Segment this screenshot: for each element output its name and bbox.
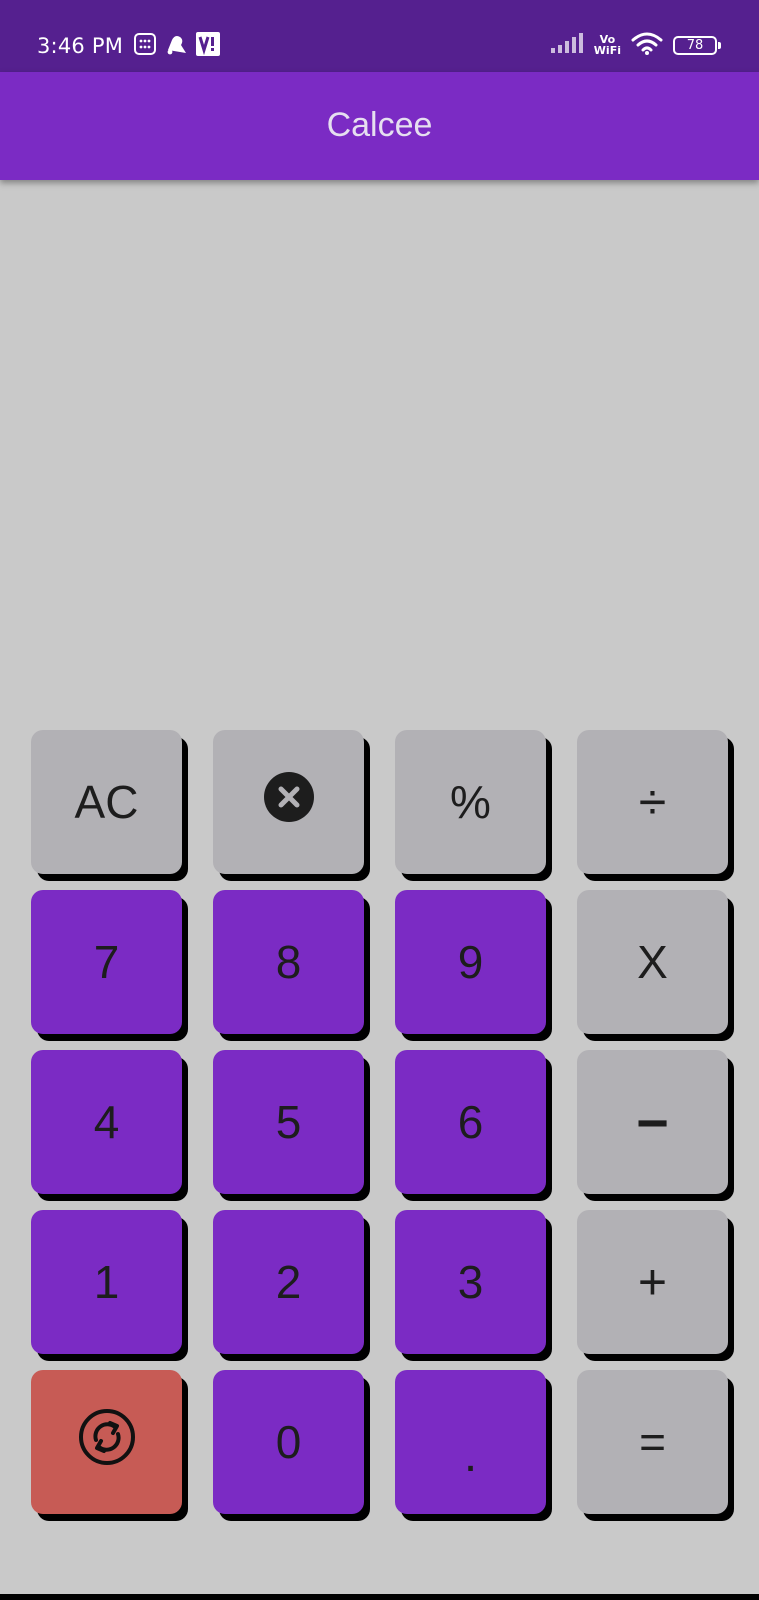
percent-button[interactable]: % (395, 730, 546, 874)
subtract-button[interactable]: − (577, 1050, 728, 1194)
calculator-grid-icon (134, 33, 156, 59)
wifi-icon (631, 31, 663, 59)
status-bar: 3:46 PM Vo WiFi 78 (0, 0, 759, 72)
digit-6-button[interactable]: 6 (395, 1050, 546, 1194)
status-icons-left (134, 32, 220, 60)
add-button[interactable]: + (577, 1210, 728, 1354)
multiply-label: X (637, 936, 668, 988)
digit-0-label: 0 (275, 1416, 302, 1468)
equals-label: = (639, 1416, 666, 1468)
notification-bell-icon (164, 32, 188, 60)
divide-button[interactable]: ÷ (577, 730, 728, 874)
digit-5-button[interactable]: 5 (213, 1050, 364, 1194)
vi-carrier-icon (196, 32, 220, 60)
decimal-label: . (463, 1428, 478, 1482)
digit-7-button[interactable]: 7 (31, 890, 182, 1034)
digit-8-button[interactable]: 8 (213, 890, 364, 1034)
backspace-button[interactable] (213, 730, 364, 874)
battery-icon: 78 (673, 35, 721, 55)
backspace-x-icon (263, 771, 315, 834)
bottom-edge (0, 1594, 759, 1600)
status-icons-right: Vo WiFi 78 (550, 30, 721, 60)
digit-4-button[interactable]: 4 (31, 1050, 182, 1194)
clear-all-button[interactable]: AC (31, 730, 182, 874)
vowifi-label: Vo WiFi (594, 34, 621, 56)
digit-3-button[interactable]: 3 (395, 1210, 546, 1354)
refresh-cycle-icon (77, 1407, 137, 1478)
digit-9-label: 9 (457, 936, 484, 988)
multiply-button[interactable]: X (577, 890, 728, 1034)
digit-1-label: 1 (93, 1256, 120, 1308)
percent-label: % (450, 776, 491, 828)
status-time: 3:46 PM (37, 34, 124, 58)
subtract-label: − (636, 1090, 669, 1154)
calculator-display (0, 180, 759, 720)
vowifi-bottom: WiFi (593, 44, 621, 57)
digit-4-label: 4 (93, 1096, 120, 1148)
digit-9-button[interactable]: 9 (395, 890, 546, 1034)
battery-level: 78 (686, 37, 704, 53)
digit-2-label: 2 (275, 1256, 302, 1308)
divide-label: ÷ (638, 774, 667, 830)
digit-8-label: 8 (275, 936, 302, 988)
clear-all-label: AC (74, 776, 139, 828)
app-title: Calcee (326, 105, 433, 144)
add-label: + (637, 1254, 668, 1310)
digit-6-label: 6 (457, 1096, 484, 1148)
app-bar: Calcee (0, 72, 759, 180)
digit-1-button[interactable]: 1 (31, 1210, 182, 1354)
equals-button[interactable]: = (577, 1370, 728, 1514)
digit-5-label: 5 (275, 1096, 302, 1148)
decimal-button[interactable]: . (395, 1370, 546, 1514)
refresh-button[interactable] (31, 1370, 182, 1514)
digit-2-button[interactable]: 2 (213, 1210, 364, 1354)
digit-7-label: 7 (93, 936, 120, 988)
digit-0-button[interactable]: 0 (213, 1370, 364, 1514)
signal-bars-icon (550, 32, 584, 58)
digit-3-label: 3 (457, 1256, 484, 1308)
